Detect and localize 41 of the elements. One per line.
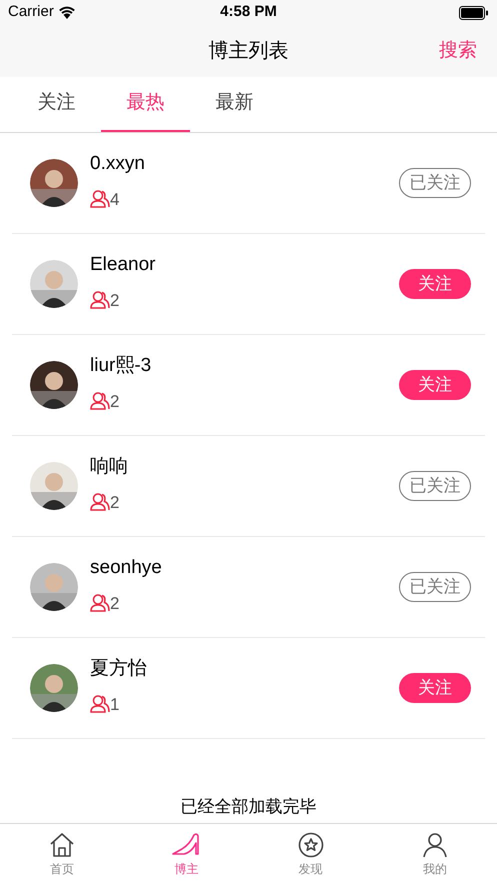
page-title: 博主列表 [208, 39, 288, 64]
follow-button[interactable]: 已关注 [399, 168, 471, 198]
tab-bar-item[interactable]: 我的 [372, 824, 497, 883]
tab[interactable]: 最热 [101, 77, 190, 132]
follow-button[interactable]: 已关注 [399, 471, 471, 501]
tab-bar-item[interactable]: 博主 [124, 824, 248, 883]
fan-count: 1 [110, 694, 120, 716]
people-icon [90, 695, 110, 714]
people-icon [90, 392, 110, 410]
fan-count: 2 [110, 592, 120, 614]
blogger-name: seonhye [90, 556, 162, 580]
search-button[interactable]: 搜索 [439, 36, 477, 66]
clock: 4:58 PM [220, 2, 277, 22]
people-icon [90, 291, 110, 310]
blogger-name: liur熙-3 [90, 354, 152, 378]
carrier: Carrier [8, 2, 54, 22]
follow-button[interactable]: 已关注 [399, 572, 471, 602]
person-icon [422, 832, 448, 858]
follow-button[interactable]: 关注 [399, 370, 471, 400]
follow-button[interactable]: 关注 [399, 269, 471, 299]
people-icon [90, 493, 110, 512]
fan-count: 2 [110, 290, 120, 312]
people-icon [90, 190, 110, 208]
fan-count: 2 [110, 390, 120, 412]
tab[interactable]: 关注 [12, 77, 101, 132]
tab[interactable]: 最新 [190, 77, 279, 132]
tab-bar-item[interactable]: 首页 [0, 824, 124, 883]
fan-count: 2 [110, 492, 120, 514]
blogger-name: 夏方怡 [90, 657, 147, 681]
blogger-name: 响响 [90, 455, 128, 479]
tab-bar-item[interactable]: 发现 [248, 824, 373, 883]
high-heel-icon [172, 832, 200, 858]
blogger-name: 0.xxyn [90, 152, 145, 176]
wifi-icon [58, 6, 76, 19]
battery-icon [459, 6, 489, 20]
follow-button[interactable]: 关注 [399, 673, 471, 703]
blogger-name: Eleanor [90, 253, 156, 277]
home-icon [49, 832, 76, 858]
fan-count: 4 [110, 188, 120, 210]
load-complete-text: 已经全部加载完毕 [180, 796, 318, 818]
people-icon [90, 594, 110, 612]
